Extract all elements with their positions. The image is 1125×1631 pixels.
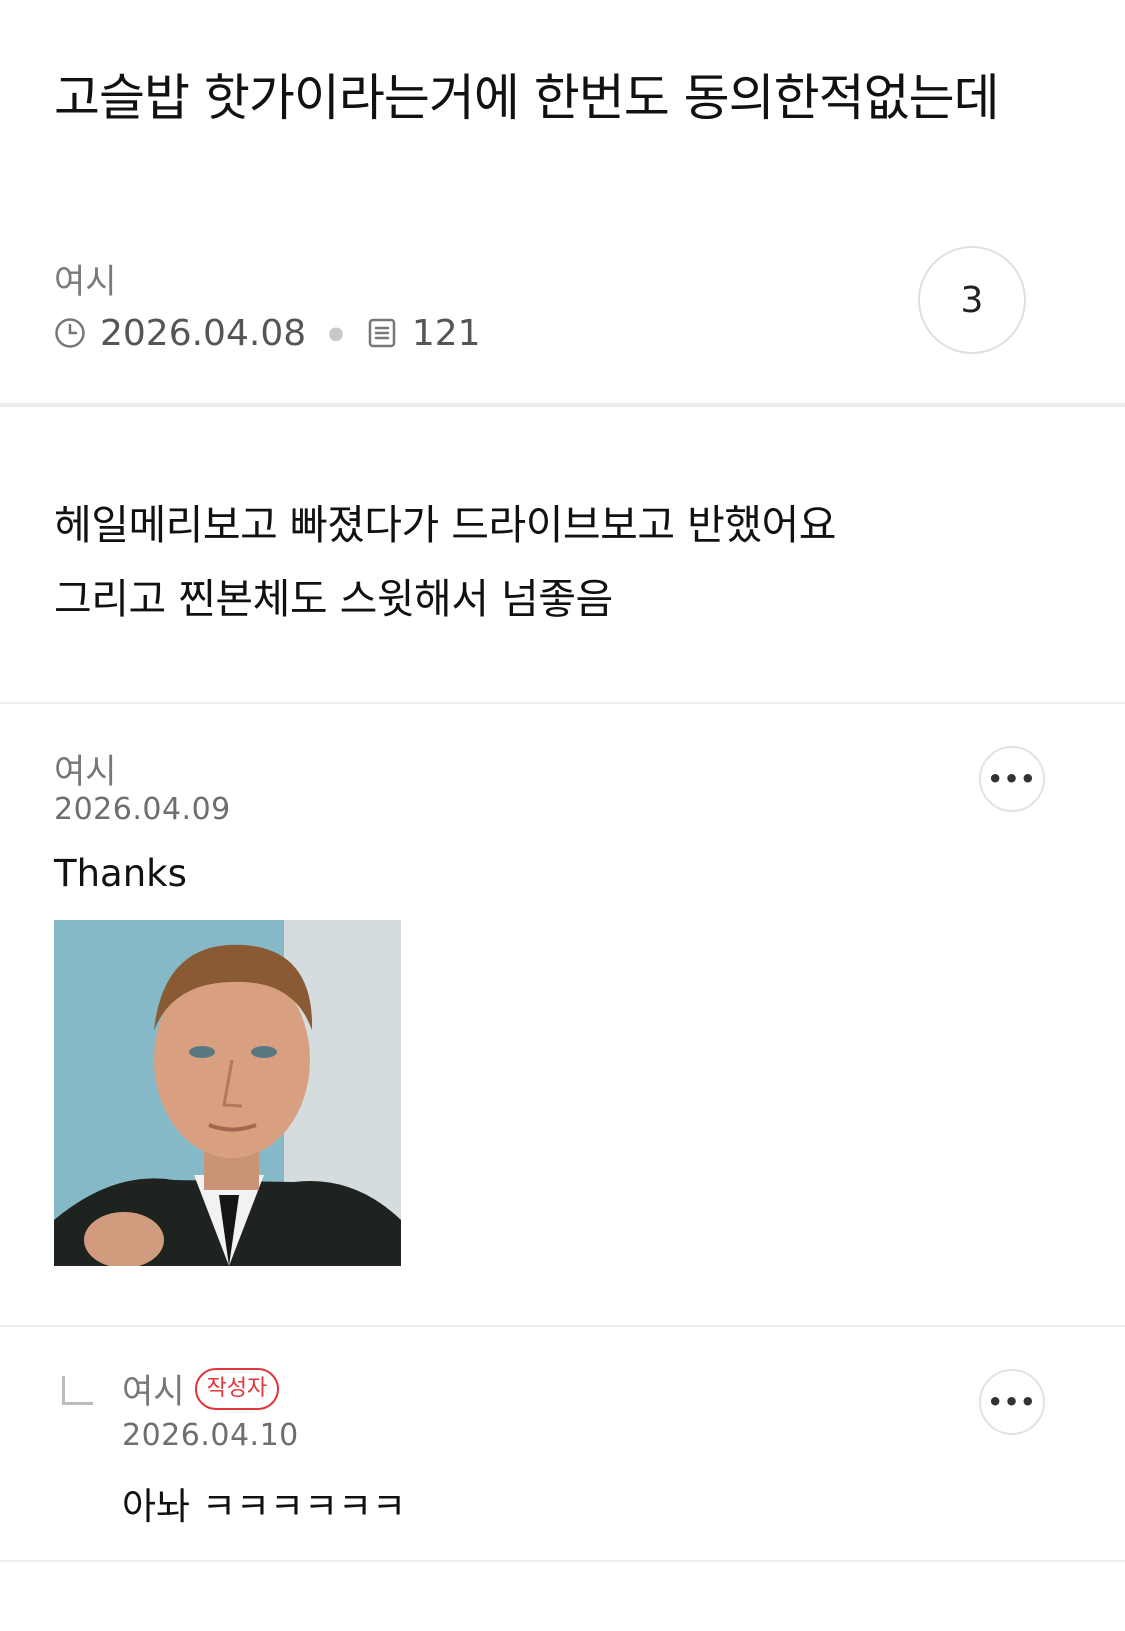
more-dots-icon[interactable]: ••• bbox=[979, 746, 1045, 812]
comment-author[interactable]: 여시 bbox=[54, 744, 117, 793]
post-date: 2026.04.08 bbox=[100, 312, 307, 354]
author-badge: 작성자 bbox=[194, 1367, 280, 1410]
post-author[interactable]: 여시 bbox=[54, 254, 117, 303]
post-body-line: 그리고 찐본체도 스윗해서 넘좋음 bbox=[54, 575, 613, 623]
portrait-image bbox=[54, 920, 401, 1266]
post-title: 고슬밥 핫가이라는거에 한번도 동의한적없는데 bbox=[54, 69, 1000, 127]
post-views: 121 bbox=[411, 312, 481, 354]
body-divider bbox=[0, 702, 1125, 704]
reply-header: 여시 작성자 bbox=[122, 1364, 280, 1413]
post-body-line: 헤일메리보고 빠졌다가 드라이브보고 반했어요 bbox=[54, 501, 837, 549]
comment-author[interactable]: 여시 bbox=[122, 1364, 185, 1413]
comment-date: 2026.04.09 bbox=[54, 792, 231, 827]
clock-icon bbox=[54, 317, 86, 349]
reply-arrow-icon bbox=[62, 1376, 93, 1405]
comment-text: 아놔 ㅋㅋㅋㅋㅋㅋ bbox=[122, 1485, 407, 1528]
comment-text: Thanks bbox=[54, 852, 187, 895]
document-icon bbox=[366, 317, 398, 349]
comment-count-button[interactable]: 3 bbox=[918, 246, 1026, 354]
more-dots-icon[interactable]: ••• bbox=[979, 1369, 1045, 1435]
comment-image[interactable] bbox=[54, 920, 401, 1266]
post-body: 헤일메리보고 빠졌다가 드라이브보고 반했어요 그리고 찐본체도 스윗해서 넘좋… bbox=[54, 488, 1054, 636]
post-meta: 2026.04.08 ● 121 bbox=[54, 310, 481, 356]
footer-divider bbox=[0, 1560, 1125, 1562]
meta-separator: ● bbox=[328, 322, 344, 344]
header-divider bbox=[0, 403, 1125, 407]
comment-date: 2026.04.10 bbox=[122, 1418, 299, 1453]
comment-divider bbox=[0, 1325, 1125, 1327]
